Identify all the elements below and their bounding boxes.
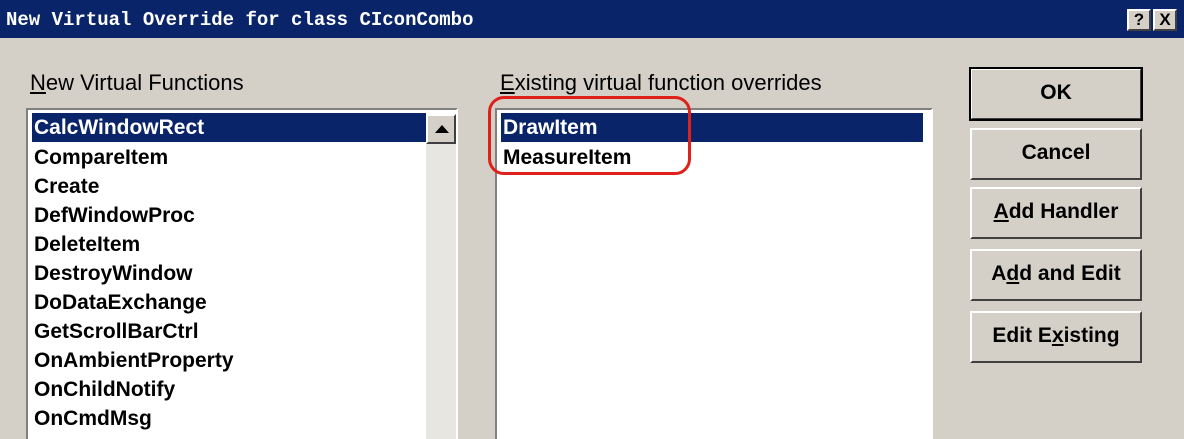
list-item[interactable]: CalcWindowRect xyxy=(32,113,426,142)
list-item[interactable]: Create xyxy=(32,172,99,201)
mnemonic: x xyxy=(1051,324,1064,347)
add-handler-button[interactable]: Add Handler xyxy=(970,187,1142,239)
mnemonic: d xyxy=(1006,262,1020,285)
new-virtual-functions-list[interactable]: CalcWindowRect CompareItem Create DefWin… xyxy=(26,108,458,439)
existing-overrides-label: Existing virtual function overrides xyxy=(500,70,822,96)
arrow-up-icon xyxy=(435,125,449,133)
list-item[interactable]: MeasureItem xyxy=(501,143,631,172)
button-label: A xyxy=(991,262,1007,285)
label-text: xisting virtual function overrides xyxy=(514,70,822,95)
mnemonic: A xyxy=(993,200,1009,223)
ok-button[interactable]: OK xyxy=(969,67,1143,121)
existing-overrides-list[interactable]: DrawItem MeasureItem xyxy=(495,108,933,439)
help-button[interactable]: ? xyxy=(1127,9,1151,31)
cancel-button[interactable]: Cancel xyxy=(970,128,1142,180)
vertical-scrollbar[interactable] xyxy=(426,114,456,439)
edit-existing-button[interactable]: Edit Existing xyxy=(970,311,1142,363)
virtual-override-dialog: New Virtual Override for class CIconComb… xyxy=(0,0,1184,439)
close-button[interactable]: X xyxy=(1153,9,1177,31)
list-item[interactable]: OnAmbientProperty xyxy=(32,346,234,375)
button-label: isting xyxy=(1063,324,1120,347)
list-item[interactable]: OnCmdMsg xyxy=(32,404,152,433)
title-bar[interactable]: New Virtual Override for class CIconComb… xyxy=(0,0,1184,38)
list-item[interactable]: DefWindowProc xyxy=(32,201,195,230)
button-label: d and Edit xyxy=(1019,262,1121,285)
label-mnemonic: N xyxy=(30,70,46,95)
list-item[interactable]: GetScrollBarCtrl xyxy=(32,317,199,346)
button-label: dd Handler xyxy=(1008,200,1119,223)
label-mnemonic: E xyxy=(500,70,515,95)
button-label: Edit E xyxy=(992,324,1052,347)
add-and-edit-button[interactable]: Add and Edit xyxy=(970,249,1142,301)
scroll-up-button[interactable] xyxy=(426,114,456,144)
new-virtual-functions-label: New Virtual Functions xyxy=(30,70,244,96)
list-item[interactable]: DeleteItem xyxy=(32,230,140,259)
label-text: ew Virtual Functions xyxy=(45,70,244,95)
list-item[interactable]: OnChildNotify xyxy=(32,375,175,404)
window-title: New Virtual Override for class CIconComb… xyxy=(6,9,474,31)
list-item[interactable]: DoDataExchange xyxy=(32,288,207,317)
list-item[interactable]: CompareItem xyxy=(32,143,168,172)
list-item[interactable]: DrawItem xyxy=(501,113,923,142)
list-item[interactable]: DestroyWindow xyxy=(32,259,192,288)
